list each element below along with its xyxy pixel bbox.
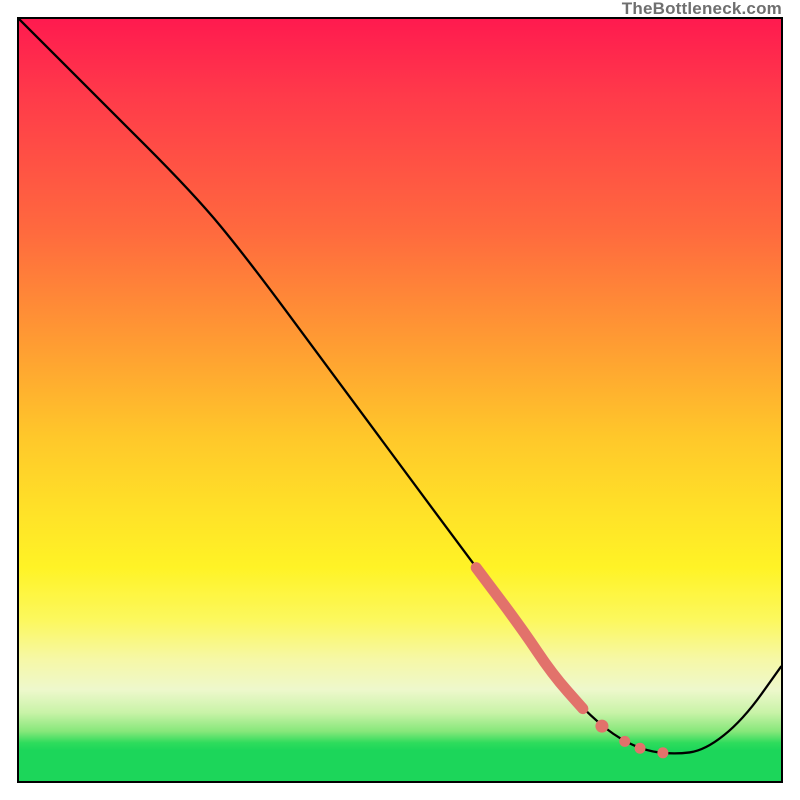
chart-canvas: TheBottleneck.com xyxy=(0,0,800,800)
highlight-dot xyxy=(619,736,630,747)
chart-svg-layer xyxy=(19,19,781,781)
highlighted-range xyxy=(476,568,583,709)
highlight-dot xyxy=(635,743,646,754)
bottleneck-curve xyxy=(19,19,781,753)
highlight-dots xyxy=(595,720,668,759)
highlight-dot xyxy=(657,747,668,758)
plot-area xyxy=(17,17,783,783)
highlight-dot xyxy=(595,720,608,733)
watermark-text: TheBottleneck.com xyxy=(622,0,782,19)
